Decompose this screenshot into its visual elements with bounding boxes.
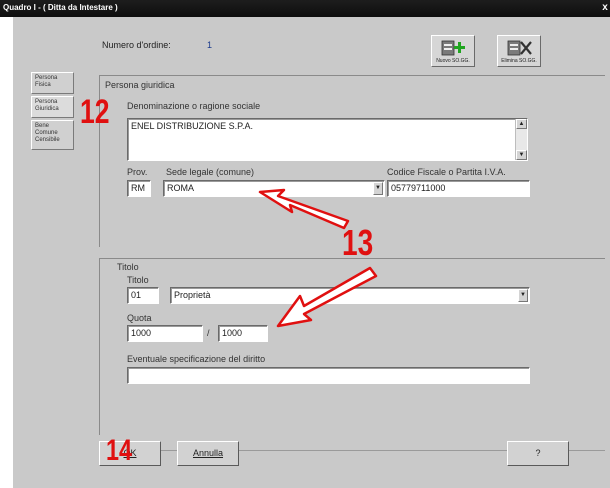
scroll-down-icon[interactable]: ▼ <box>516 150 527 160</box>
quota-numerator-field[interactable]: 1000 <box>127 325 203 342</box>
scroll-up-icon[interactable]: ▲ <box>516 119 527 129</box>
quota-denominator-field[interactable]: 1000 <box>218 325 268 342</box>
delete-record-icon <box>507 40 532 56</box>
annotation-13: 13 <box>342 222 374 263</box>
titolo-section-title: Titolo <box>117 262 139 272</box>
close-icon[interactable]: x <box>600 1 610 15</box>
prov-label: Prov. <box>127 167 148 177</box>
denominazione-scrollbar[interactable]: ▲ ▼ <box>515 119 527 160</box>
denominazione-value: ENEL DISTRIBUZIONE S.P.A. <box>131 121 254 131</box>
chevron-down-icon[interactable]: ▼ <box>518 289 528 302</box>
annotation-12: 12 <box>80 93 110 131</box>
delete-record-button[interactable]: Elimina SO.GG. <box>497 35 541 67</box>
tab-persona-giuridica[interactable]: Persona Giuridica <box>31 96 74 118</box>
chevron-down-icon[interactable]: ▼ <box>373 182 383 195</box>
dialog-body: Numero d'ordine: 1 Nuovo SO.GG. Elimina … <box>13 17 610 488</box>
codice-fiscale-label: Codice Fiscale o Partita I.V.A. <box>387 167 506 177</box>
new-record-icon <box>441 40 465 56</box>
tab-bene-comune[interactable]: Bene Comune Censibile <box>31 120 74 150</box>
order-number-label: Numero d'ordine: <box>102 40 171 50</box>
left-strip <box>0 17 13 488</box>
denominazione-field[interactable]: ENEL DISTRIBUZIONE S.P.A. ▲ ▼ <box>127 118 528 161</box>
title-bar: Quadro I - ( Ditta da Intestare ) x <box>0 0 610 17</box>
titolo-select[interactable]: Proprietà ▼ <box>170 287 530 304</box>
sede-legale-value: ROMA <box>167 183 194 193</box>
new-record-label: Nuovo SO.GG. <box>436 58 470 64</box>
delete-record-label: Elimina SO.GG. <box>501 58 537 64</box>
titolo-panel <box>99 258 605 435</box>
help-button[interactable]: ? <box>507 441 569 466</box>
specificazione-field[interactable] <box>127 367 530 384</box>
sede-legale-select[interactable]: ROMA ▼ <box>163 180 385 197</box>
new-record-button[interactable]: Nuovo SO.GG. <box>431 35 475 67</box>
quota-label: Quota <box>127 313 152 323</box>
quota-separator: / <box>207 328 210 338</box>
persona-giuridica-title: Persona giuridica <box>105 80 175 90</box>
titolo-code-field[interactable]: 01 <box>127 287 159 304</box>
annulla-button[interactable]: Annulla <box>177 441 239 466</box>
annulla-label: Annulla <box>192 448 224 458</box>
annotation-14: 14 <box>106 434 133 467</box>
tab-persona-fisica[interactable]: Persona Fisica <box>31 72 74 94</box>
titolo-label: Titolo <box>127 275 149 285</box>
denominazione-label: Denominazione o ragione sociale <box>127 101 261 111</box>
codice-fiscale-field[interactable]: 05779711000 <box>387 180 530 197</box>
order-number-value: 1 <box>207 40 213 50</box>
sede-legale-label: Sede legale (comune) <box>166 167 255 177</box>
window-title: Quadro I - ( Ditta da Intestare ) <box>3 3 118 12</box>
specificazione-label: Eventuale specificazione del diritto <box>127 354 266 364</box>
titolo-value: Proprietà <box>174 290 211 300</box>
prov-field[interactable]: RM <box>127 180 151 197</box>
